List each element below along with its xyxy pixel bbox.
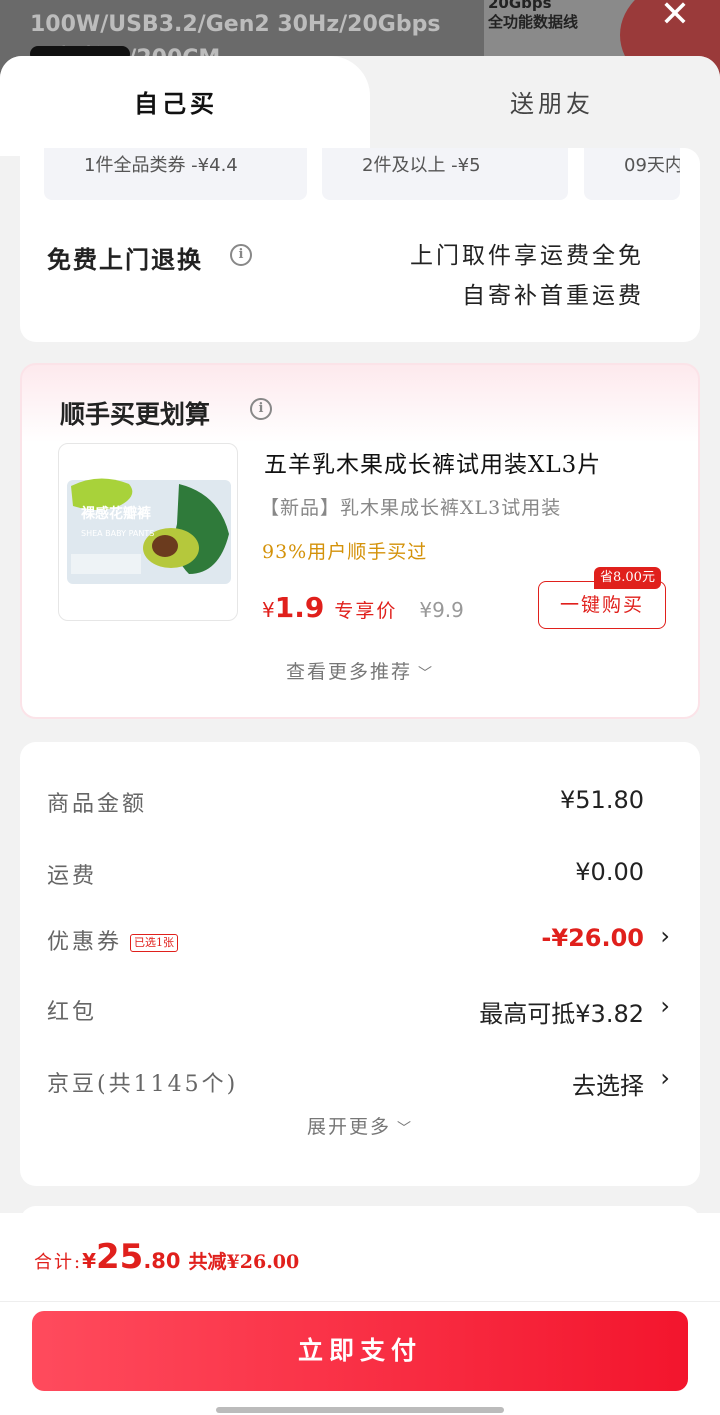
checkout-footer: 合计:¥25.80 共减¥26.00 立即支付 (0, 1213, 720, 1415)
product-price: ¥1.9 专享价 ¥9.9 (262, 591, 464, 624)
more-recommendations-label: 查看更多推荐 (285, 661, 412, 683)
expand-more-label: 展开更多 (306, 1116, 391, 1138)
home-indicator[interactable] (216, 1407, 504, 1413)
product-stat: 93%用户顺手买过 (262, 541, 428, 563)
row-label: 优惠券 已选1张 (47, 924, 179, 956)
summary-row-coupon[interactable]: 优惠券 已选1张 -¥26.00 › (20, 916, 700, 966)
row-value: ¥51.80 (560, 786, 644, 814)
add-on-card: 顺手买更划算 i 裸感花瓣裤 SHEA BABY PANTS 五羊乳木果成长裤试… (20, 363, 700, 719)
total-savings: 共减¥26.00 (188, 1251, 300, 1273)
add-on-title: 顺手买更划算 (60, 400, 211, 429)
info-icon[interactable]: i (230, 244, 252, 266)
tab-bar: 自己买 送朋友 (0, 56, 720, 156)
coupon-value: -¥26.00 (541, 924, 644, 952)
promo-chip-label: 2件及以上 -¥5 (362, 155, 481, 176)
chevron-right-icon: › (660, 1064, 670, 1092)
service-card: 1件全品类券 -¥4.4 2件及以上 -¥5 09天内 免费上门退换 i 上门取… (20, 148, 700, 342)
product-image-label: 裸感花瓣裤 (81, 505, 151, 522)
summary-row-jingdou[interactable]: 京豆(共1145个) 去选择 › (20, 1058, 700, 1108)
price-value: 1.9 (274, 591, 325, 624)
summary-row-redpacket[interactable]: 红包 最高可抵¥3.82 › (20, 986, 700, 1036)
product-subtitle: 【新品】乳木果成长裤XL3试用装 (260, 497, 562, 519)
total-symbol: ¥ (82, 1249, 96, 1273)
divider (0, 1301, 720, 1302)
chevron-right-icon: › (660, 922, 670, 950)
tab-gift-friend[interactable]: 送朋友 (510, 84, 594, 119)
promo-chip[interactable]: 1件全品类券 -¥4.4 (44, 148, 307, 200)
more-recommendations[interactable]: 查看更多推荐 ﹀ (22, 657, 698, 684)
chevron-down-icon: ﹀ (418, 666, 434, 682)
coupon-count-badge: 已选1张 (130, 934, 179, 952)
row-label: 红包 (47, 1000, 98, 1025)
promo-chip[interactable]: 09天内 (584, 148, 680, 200)
product-image-sublabel: SHEA BABY PANTS (81, 529, 154, 538)
total-amount: 合计:¥25.80 共减¥26.00 (34, 1237, 299, 1277)
info-icon[interactable]: i (250, 398, 272, 420)
return-service-desc: 上门取件享运费全免 自寄补首重运费 (410, 236, 644, 316)
row-value: 去选择 (572, 1072, 644, 1100)
promo-chip-label: 1件全品类券 -¥4.4 (84, 155, 238, 176)
return-service-title: 免费上门退换 (47, 245, 203, 274)
checkout-sheet: 自己买 送朋友 1件全品类券 -¥4.4 2件及以上 -¥5 09天内 免费上门… (0, 56, 720, 1415)
product-image[interactable]: 裸感花瓣裤 SHEA BABY PANTS (58, 443, 238, 621)
coupon-label: 优惠券 (47, 930, 123, 955)
return-desc-line1: 上门取件享运费全免 (410, 243, 644, 269)
chevron-right-icon: › (660, 992, 670, 1020)
promo-chip[interactable]: 2件及以上 -¥5 (322, 148, 568, 200)
product-package-illustration: 裸感花瓣裤 SHEA BABY PANTS (67, 478, 231, 584)
ad-text: 20Gbps 全功能数据线 (488, 0, 579, 31)
summary-row-shipping: 运费 ¥0.00 (20, 850, 700, 900)
chevron-down-icon: ﹀ (397, 1121, 413, 1137)
price-tag: 专享价 (334, 600, 398, 622)
price-summary-card: 商品金额 ¥51.80 运费 ¥0.00 优惠券 已选1张 -¥26.00 › 红… (20, 742, 700, 1186)
row-label: 运费 (47, 864, 98, 889)
pay-now-button[interactable]: 立即支付 (32, 1311, 688, 1391)
tab-self-buy[interactable]: 自己买 (134, 84, 218, 119)
total-decimal: .80 (143, 1249, 181, 1273)
total-label: 合计: (34, 1252, 83, 1273)
row-label: 商品金额 (47, 792, 148, 817)
price-symbol: ¥ (262, 598, 275, 622)
total-integer: 25 (96, 1237, 144, 1277)
return-desc-line2: 自寄补首重运费 (462, 283, 644, 309)
original-price: ¥9.9 (419, 598, 464, 622)
product-name[interactable]: 五羊乳木果成长裤试用装XL3片 (264, 445, 601, 479)
row-label: 京豆(共1145个) (47, 1072, 239, 1097)
row-value: ¥0.00 (575, 858, 644, 886)
promo-chip-label: 09天内 (624, 155, 680, 176)
summary-row-goods: 商品金额 ¥51.80 (20, 778, 700, 828)
close-icon[interactable]: ✕ (660, 0, 690, 33)
row-value: 最高可抵¥3.82 (479, 1000, 644, 1028)
save-badge: 省8.00元 (594, 567, 661, 589)
expand-more[interactable]: 展开更多 ﹀ (20, 1112, 700, 1139)
